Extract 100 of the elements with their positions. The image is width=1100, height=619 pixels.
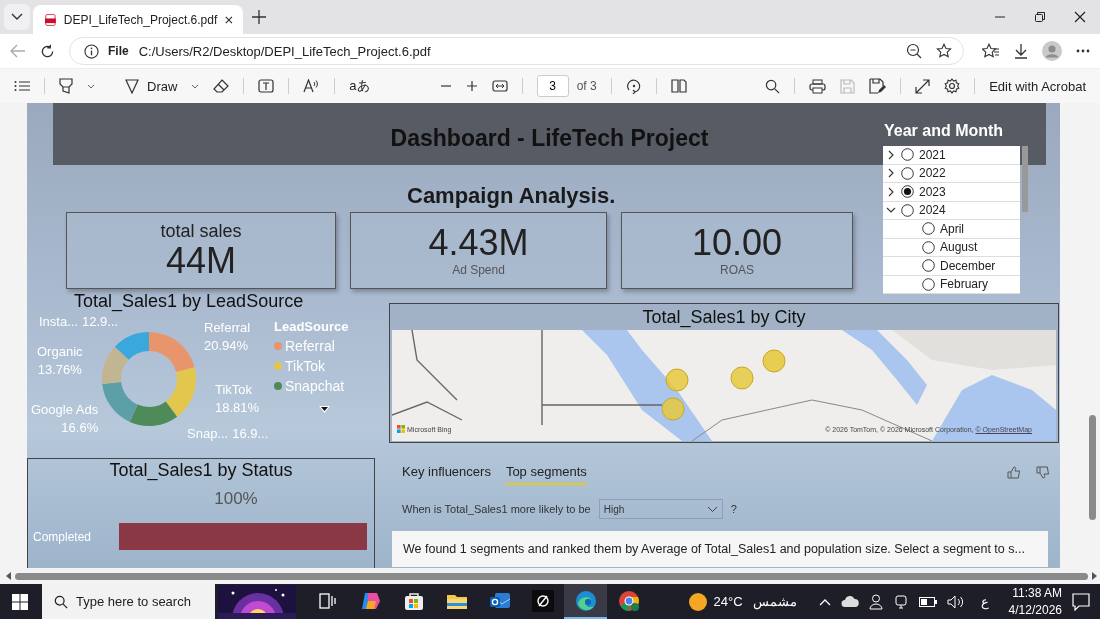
fit-width-icon[interactable] [491, 80, 508, 92]
category-label: Completed [32, 529, 93, 544]
star-icon[interactable] [936, 43, 952, 59]
page-count: of 3 [576, 79, 597, 93]
slice-value: 16.9... [232, 425, 269, 443]
refresh-icon[interactable] [40, 43, 55, 59]
search-placeholder: Type here to search [76, 594, 191, 609]
contents-list-icon[interactable] [14, 80, 30, 92]
thumbs-up-icon[interactable] [1007, 466, 1021, 479]
value-dropdown[interactable]: High [598, 499, 723, 519]
start-icon[interactable] [12, 593, 28, 610]
profile-avatar-icon[interactable] [1042, 41, 1062, 61]
eraser-icon[interactable] [213, 79, 230, 93]
radio-button[interactable] [922, 222, 935, 236]
slice-value: 20.94% [204, 336, 250, 355]
radio-button[interactable] [922, 277, 935, 291]
chart-title: Total_Sales1 by Status [109, 460, 293, 481]
radio-button[interactable] [901, 203, 914, 217]
thumbs-down-icon[interactable] [1036, 466, 1050, 479]
draw-button[interactable]: Draw [125, 78, 178, 94]
settings-icon[interactable] [944, 78, 961, 94]
caret-down-icon[interactable] [319, 406, 330, 413]
donut-slice [102, 346, 129, 384]
cloud-icon[interactable] [840, 595, 859, 608]
caret-icon[interactable] [191, 83, 200, 89]
help-text[interactable]: ? [730, 503, 737, 515]
page-number-field[interactable]: 3 [536, 75, 569, 97]
save-as-icon[interactable] [869, 78, 887, 94]
slicer-item[interactable]: February [940, 277, 989, 292]
clock-date[interactable]: 4/12/2026 [1008, 601, 1062, 618]
visual-tab[interactable]: Key influencers [402, 460, 491, 485]
edge-app-button[interactable] [564, 584, 607, 619]
scroll-right-icon[interactable] [1091, 572, 1097, 580]
translate-button[interactable]: aあ [349, 77, 370, 95]
clock-time[interactable]: 11:38 AM [1012, 585, 1062, 602]
radio-button[interactable] [901, 185, 914, 199]
notification-icon[interactable] [1072, 592, 1090, 611]
radio-button[interactable] [922, 259, 935, 273]
chevron-up-icon[interactable] [818, 597, 831, 606]
axis-label: 100% [214, 489, 258, 509]
slicer-item[interactable]: August [940, 240, 978, 255]
tab-title: DEPI_LifeTech_Project.6.pdf [63, 12, 218, 27]
sun-icon [687, 591, 708, 612]
restore-icon[interactable] [1034, 11, 1046, 23]
slice-value: 13.76% [37, 360, 83, 379]
expand-icon[interactable] [915, 78, 931, 94]
chevron-down-icon [11, 13, 23, 21]
chevron-icon[interactable] [886, 168, 896, 179]
network-icon[interactable] [892, 593, 909, 610]
scroll-thumb[interactable] [1089, 415, 1096, 520]
favorites-icon[interactable] [982, 43, 1000, 59]
person-icon[interactable] [868, 593, 883, 610]
dashboard-title: Dashboard - LifeTech Project [390, 124, 709, 152]
chevron-icon[interactable] [886, 186, 896, 197]
radio-button[interactable] [901, 148, 914, 162]
print-icon[interactable] [809, 78, 827, 94]
close-icon[interactable] [225, 14, 233, 25]
chrome-browser-icon [617, 589, 640, 612]
browser-tab[interactable]: DEPI_LifeTech_Project.6.pdf [33, 5, 243, 34]
speaker-icon[interactable] [946, 594, 965, 609]
section-title: Campaign Analysis. [407, 183, 616, 209]
question-text: When is Total_Sales1 more likely to be [402, 503, 591, 515]
slicer-item[interactable]: 2021 [919, 147, 946, 162]
copilot-icon [359, 590, 382, 611]
slicer-item[interactable]: 2023 [919, 184, 946, 199]
tab-list-button[interactable] [4, 4, 30, 30]
new-tab-icon[interactable] [252, 10, 266, 24]
windows-logo-icon [397, 425, 405, 433]
zoom-out-icon[interactable] [906, 43, 922, 59]
slicer-item[interactable]: April [940, 221, 964, 236]
slicer-item[interactable]: 2024 [919, 203, 946, 218]
download-icon[interactable] [1014, 43, 1028, 59]
scroll-thumb[interactable] [15, 572, 1088, 580]
close-icon[interactable] [1074, 11, 1086, 23]
radio-button[interactable] [922, 240, 935, 254]
search-icon[interactable] [765, 78, 781, 94]
edit-with-acrobat-button[interactable]: Edit with Acrobat [989, 78, 1086, 94]
mail-icon [488, 590, 511, 611]
kpi-label: ROAS [720, 263, 754, 278]
slicer-item[interactable]: December [940, 258, 996, 273]
chevron-icon[interactable] [886, 149, 896, 160]
page-view-icon[interactable] [670, 79, 687, 93]
legend-label: Snapchat [285, 378, 345, 394]
more-icon[interactable] [1076, 49, 1090, 53]
scroll-thumb[interactable] [1022, 146, 1028, 212]
text-box-icon[interactable] [258, 79, 275, 93]
caret-icon[interactable] [87, 83, 95, 89]
taskbar-search-field[interactable]: Type here to search [42, 584, 215, 619]
slicer-item[interactable]: 2022 [919, 166, 946, 181]
read-aloud-icon[interactable] [303, 79, 321, 93]
donut-slice [114, 332, 149, 360]
kpi-label: Ad Spend [452, 263, 505, 278]
visual-tab[interactable]: Top segments [505, 460, 587, 485]
input-language[interactable]: ع [980, 594, 989, 609]
radio-button[interactable] [901, 166, 914, 180]
scroll-left-icon[interactable] [6, 572, 12, 580]
rotate-icon[interactable] [625, 78, 642, 94]
battery-icon[interactable] [918, 596, 937, 607]
plus-icon[interactable] [465, 80, 478, 92]
highlighter-icon[interactable] [59, 78, 73, 94]
